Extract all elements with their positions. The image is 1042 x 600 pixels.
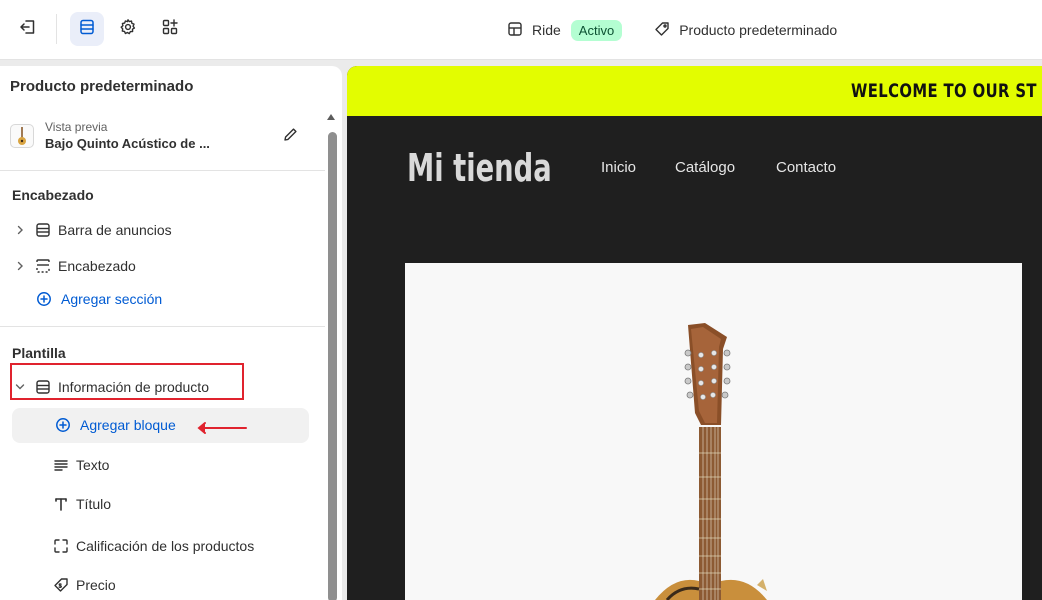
sidebar-title: Producto predeterminado <box>10 78 194 95</box>
block-label: Precio <box>76 577 116 593</box>
apps-icon <box>161 18 179 41</box>
add-section-label: Agregar sección <box>61 291 163 307</box>
toolbar-divider <box>56 14 57 44</box>
block-row-product-rating[interactable]: Calificación de los productos <box>0 529 325 563</box>
nav-link-home[interactable]: Inicio <box>601 159 636 176</box>
tag-icon <box>654 21 670 40</box>
price-tag-icon <box>52 576 70 594</box>
announcement-bar[interactable]: WELCOME TO OUR ST <box>347 66 1042 116</box>
sections-sidebar: Producto predeterminado Vista previa Baj… <box>0 66 342 600</box>
plus-circle-icon <box>54 416 72 434</box>
divider <box>0 326 325 327</box>
theme-info: Ride Activo Producto predeterminado <box>507 16 837 44</box>
section-icon <box>34 221 52 239</box>
chevron-right-icon[interactable] <box>14 225 26 235</box>
template-selector[interactable]: Producto predeterminado <box>654 21 837 40</box>
red-arrow-annotation <box>196 421 248 440</box>
title-icon <box>52 495 70 513</box>
gear-icon <box>119 18 137 41</box>
scroll-up-arrow[interactable] <box>326 112 336 122</box>
section-label: Encabezado <box>58 258 136 274</box>
sections-button[interactable] <box>70 12 104 46</box>
text-icon <box>52 456 70 474</box>
block-row-title[interactable]: Título <box>0 487 325 521</box>
announcement-text: WELCOME TO OUR ST <box>851 80 1037 102</box>
add-block-button[interactable]: Agregar bloque <box>0 408 325 442</box>
exit-icon <box>19 18 37 41</box>
preview-product-name: Bajo Quinto Acústico de ... <box>45 136 210 151</box>
storefront-preview: WELCOME TO OUR ST Mi tienda Inicio Catál… <box>347 66 1042 600</box>
nav-link-contact[interactable]: Contacto <box>776 159 836 176</box>
status-badge: Activo <box>570 19 623 41</box>
preview-product[interactable]: Vista previa Bajo Quinto Acústico de ... <box>10 118 300 156</box>
sidebar-scrollbar-thumb[interactable] <box>328 132 337 600</box>
store-logo-text[interactable]: Mi tienda <box>407 146 552 190</box>
edit-preview-button[interactable] <box>279 126 301 148</box>
rating-icon <box>52 537 70 555</box>
header-icon <box>34 257 52 275</box>
nav-link-catalog[interactable]: Catálogo <box>675 159 735 176</box>
divider <box>0 170 325 171</box>
block-label: Título <box>76 496 112 512</box>
settings-button[interactable] <box>111 12 145 46</box>
product-image[interactable] <box>405 263 1022 600</box>
product-thumbnail <box>10 124 34 148</box>
apps-button[interactable] <box>153 12 187 46</box>
highlight-box <box>10 363 244 400</box>
section-row-announcement-bar[interactable]: Barra de anuncios <box>0 213 325 247</box>
header-group-heading: Encabezado <box>12 187 94 203</box>
exit-button[interactable] <box>11 12 45 46</box>
block-row-text[interactable]: Texto <box>0 448 325 482</box>
theme-name: Ride <box>532 22 561 38</box>
editor-toolbar: Ride Activo Producto predeterminado <box>0 0 1042 60</box>
add-section-button[interactable]: Agregar sección <box>0 282 325 316</box>
block-row-price[interactable]: Precio <box>0 568 325 600</box>
guitar-image <box>655 323 767 600</box>
pencil-icon <box>283 127 298 147</box>
add-block-label: Agregar bloque <box>80 417 176 433</box>
theme-icon <box>507 21 523 40</box>
block-label: Calificación de los productos <box>76 538 255 554</box>
plus-circle-icon <box>35 290 53 308</box>
section-label: Barra de anuncios <box>58 222 172 238</box>
chevron-right-icon[interactable] <box>14 261 26 271</box>
template-group-heading: Plantilla <box>12 345 66 361</box>
sections-icon <box>78 18 96 41</box>
section-row-header[interactable]: Encabezado <box>0 249 325 283</box>
preview-label: Vista previa <box>45 120 108 134</box>
template-name: Producto predeterminado <box>679 22 838 38</box>
block-label: Texto <box>76 457 110 473</box>
